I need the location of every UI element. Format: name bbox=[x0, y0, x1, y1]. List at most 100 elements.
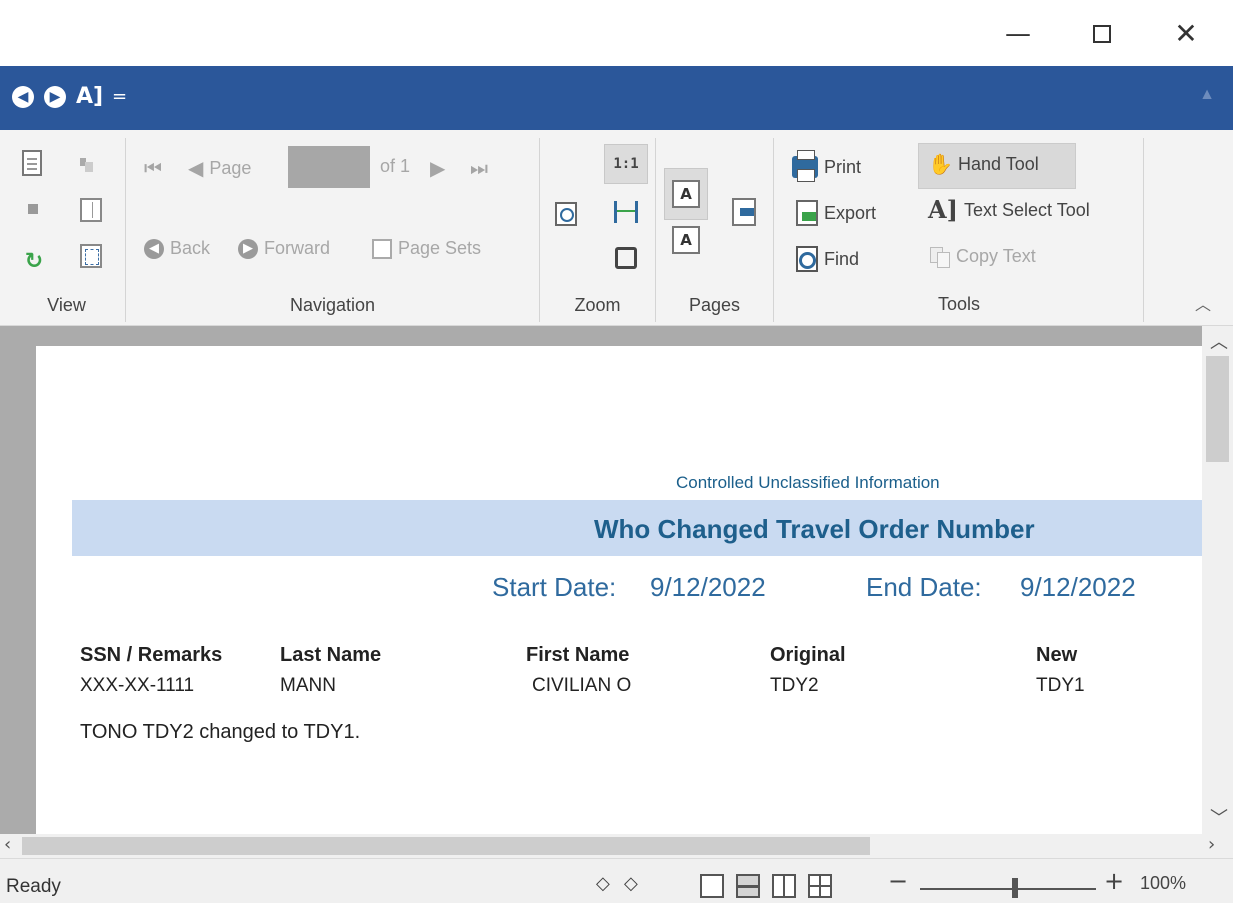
page-setup-button[interactable] bbox=[722, 192, 766, 232]
column-header-original: Original bbox=[770, 644, 846, 666]
copy-text-label: Copy Text bbox=[956, 246, 1036, 266]
column-header-first-name: First Name bbox=[526, 644, 630, 666]
forward-arrow-icon: ▶ bbox=[238, 238, 258, 259]
cell-ssn: XXX-XX-1111 bbox=[80, 675, 195, 696]
multi-page-view-icon[interactable] bbox=[808, 874, 832, 898]
horizontal-scroll-thumb[interactable] bbox=[22, 837, 870, 855]
row-remarks: TONO TDY2 changed to TDY1. bbox=[80, 721, 361, 743]
refresh-button[interactable]: ↻ bbox=[22, 250, 46, 274]
fit-width-button[interactable] bbox=[604, 192, 648, 232]
last-page-button[interactable]: ⏭ bbox=[470, 156, 488, 180]
page-sets-label: Page Sets bbox=[398, 238, 482, 258]
text-select-quick-button[interactable]: A] bbox=[76, 84, 103, 110]
scroll-down-icon[interactable]: ﹀ bbox=[1210, 804, 1228, 830]
thumbnails-button[interactable] bbox=[80, 198, 102, 222]
facing-pages-button[interactable]: A bbox=[664, 220, 708, 260]
next-page-icon: ▶ bbox=[430, 156, 446, 180]
document-viewport[interactable]: Controlled Unclassified Information Who … bbox=[0, 326, 1233, 834]
collapse-chevron-icon[interactable]: ▲ bbox=[1199, 86, 1215, 104]
refresh-icon: ↻ bbox=[24, 249, 44, 274]
view-group: ↻ View bbox=[8, 138, 126, 322]
horizontal-scrollbar[interactable]: ‹ › bbox=[0, 834, 1233, 858]
first-page-button[interactable]: ⏮ bbox=[144, 156, 162, 180]
navigation-group-label: Navigation bbox=[289, 295, 376, 315]
find-button[interactable]: Find bbox=[796, 246, 859, 272]
print-button[interactable]: Print bbox=[792, 150, 862, 182]
back-arrow-icon: ◀ bbox=[144, 238, 164, 259]
column-header-ssn: SSN / Remarks bbox=[80, 644, 223, 666]
copy-text-button[interactable]: Copy Text bbox=[930, 246, 1036, 268]
zoom-in-button[interactable]: + bbox=[1104, 867, 1124, 895]
zoom-out-button[interactable]: − bbox=[888, 867, 908, 895]
text-select-icon: A] bbox=[928, 195, 958, 224]
copy-icon bbox=[930, 246, 950, 268]
zoom-group: 1:1 Zoom bbox=[540, 138, 656, 322]
checkbox-icon bbox=[372, 238, 392, 259]
scroll-right-icon[interactable]: › bbox=[1208, 834, 1215, 855]
end-date-value: 9/12/2022 bbox=[1020, 572, 1136, 602]
forward-quick-button[interactable]: ▶ bbox=[44, 86, 66, 108]
pages-group-label: Pages bbox=[688, 295, 741, 315]
export-label: Export bbox=[824, 202, 877, 223]
hand-tool-button[interactable]: ✋ Hand Tool bbox=[928, 152, 1039, 176]
zoom-tool-button[interactable] bbox=[544, 194, 588, 234]
single-page-view-icon[interactable] bbox=[700, 874, 724, 898]
export-icon bbox=[796, 200, 818, 226]
title-bar: — ✕ bbox=[0, 0, 1233, 66]
text-select-label: Text Select Tool bbox=[963, 199, 1090, 220]
stop-button[interactable] bbox=[28, 204, 38, 214]
status-bar: Ready ◇ ◇ − + 100% bbox=[0, 858, 1233, 903]
next-page-button[interactable]: ▶ bbox=[430, 156, 445, 180]
two-page-view-icon[interactable] bbox=[772, 874, 796, 898]
start-date-value: 9/12/2022 bbox=[650, 572, 766, 602]
document-icon bbox=[22, 150, 42, 176]
export-button[interactable]: Export bbox=[796, 200, 876, 226]
forward-label: Forward bbox=[264, 238, 331, 258]
previous-page-button[interactable]: ◀ Page bbox=[188, 156, 251, 180]
cell-new: TDY1 bbox=[1036, 675, 1085, 696]
scroll-up-icon[interactable]: ︿ bbox=[1210, 328, 1228, 354]
next-diamond-icon[interactable]: ◇ bbox=[624, 873, 638, 894]
forward-button[interactable]: ▶ Forward bbox=[238, 238, 330, 259]
vertical-scroll-thumb[interactable] bbox=[1206, 356, 1229, 462]
quick-access-toolbar: ◀ ▶ A] = ▲ bbox=[0, 66, 1233, 130]
single-page-button[interactable]: A bbox=[664, 168, 708, 220]
fit-page-button[interactable] bbox=[604, 238, 648, 278]
scroll-left-icon[interactable]: ‹ bbox=[4, 834, 11, 855]
customize-toolbar-button[interactable]: = bbox=[112, 84, 127, 110]
back-button[interactable]: ◀ Back bbox=[144, 238, 210, 259]
actual-size-button[interactable]: 1:1 bbox=[604, 144, 648, 184]
multi-doc-button[interactable] bbox=[80, 158, 94, 172]
status-text: Ready bbox=[6, 876, 61, 897]
find-icon bbox=[796, 246, 818, 272]
text-select-tool-button[interactable]: A] Text Select Tool bbox=[928, 198, 1090, 222]
tools-group-label: Tools bbox=[937, 294, 981, 314]
previous-diamond-icon[interactable]: ◇ bbox=[596, 873, 610, 894]
cell-last-name: MANN bbox=[280, 675, 336, 696]
stop-icon bbox=[28, 204, 38, 214]
vertical-scrollbar[interactable]: ︿ ﹀ bbox=[1202, 326, 1233, 834]
maximize-icon bbox=[1093, 25, 1111, 43]
zoom-slider-track[interactable] bbox=[920, 888, 1096, 890]
minimize-button[interactable]: — bbox=[996, 14, 1040, 54]
single-page-view-button[interactable] bbox=[22, 150, 42, 176]
page-sets-checkbox[interactable]: Page Sets bbox=[372, 238, 481, 259]
page-number-input[interactable] bbox=[288, 146, 370, 188]
thumbnails-icon bbox=[80, 198, 102, 222]
cell-first-name: CIVILIAN O bbox=[532, 675, 632, 696]
hand-tool-label: Hand Tool bbox=[958, 153, 1039, 174]
zoom-magnifier-icon bbox=[555, 202, 577, 226]
page-number-field[interactable] bbox=[288, 146, 370, 188]
printer-icon bbox=[792, 150, 818, 182]
hand-icon: ✋ bbox=[928, 152, 953, 176]
maximize-button[interactable] bbox=[1080, 14, 1124, 54]
close-button[interactable]: ✕ bbox=[1164, 14, 1208, 54]
print-label: Print bbox=[824, 156, 862, 177]
continuous-view-icon[interactable] bbox=[736, 874, 760, 898]
ribbon-collapse-chevron-icon[interactable]: ︿ bbox=[1195, 291, 1211, 315]
page-layout-button[interactable] bbox=[80, 244, 102, 268]
page-label: Page bbox=[209, 157, 252, 178]
view-group-label: View bbox=[47, 295, 86, 315]
zoom-slider-thumb[interactable] bbox=[1012, 878, 1018, 898]
back-quick-button[interactable]: ◀ bbox=[12, 86, 34, 108]
